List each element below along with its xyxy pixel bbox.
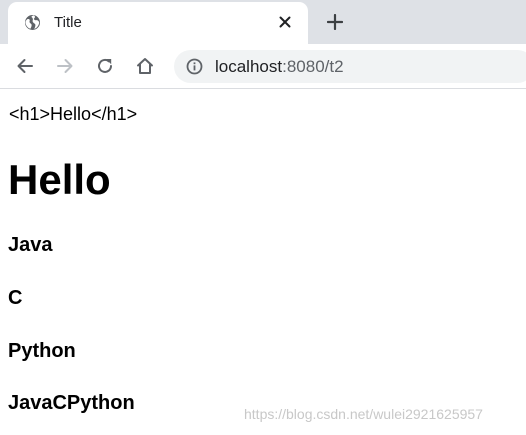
home-icon[interactable] xyxy=(134,55,156,77)
watermark: https://blog.csdn.net/wulei2921625957 xyxy=(244,406,483,422)
tab-strip: Title xyxy=(0,0,526,44)
heading-item: JavaCPython xyxy=(8,392,135,414)
reload-icon[interactable] xyxy=(94,55,116,77)
heading-item: Java xyxy=(8,234,53,256)
page-heading: Hello xyxy=(8,156,111,203)
heading-item: Python xyxy=(8,340,76,362)
url-host: localhost xyxy=(215,57,283,76)
browser-window: Title localhost:8080/t2 <h1>Hello</h1> H… xyxy=(0,0,526,435)
arrow-left-icon[interactable] xyxy=(14,55,36,77)
globe-icon xyxy=(24,14,41,31)
info-icon[interactable] xyxy=(186,58,203,75)
tab-title: Title xyxy=(54,14,82,31)
page-content: <h1>Hello</h1> Hello Java C Python JavaC… xyxy=(0,90,526,435)
browser-toolbar: localhost:8080/t2 xyxy=(0,44,526,89)
heading-item: C xyxy=(8,287,23,309)
plus-icon[interactable] xyxy=(324,11,346,33)
arrow-right-icon[interactable] xyxy=(54,55,76,77)
url-path: :8080/t2 xyxy=(282,57,344,76)
tab-active[interactable]: Title xyxy=(8,2,308,44)
raw-text: <h1>Hello</h1> xyxy=(9,104,138,124)
url-text[interactable]: localhost:8080/t2 xyxy=(215,57,344,76)
address-bar[interactable]: localhost:8080/t2 xyxy=(174,50,526,83)
close-icon[interactable] xyxy=(276,13,294,31)
